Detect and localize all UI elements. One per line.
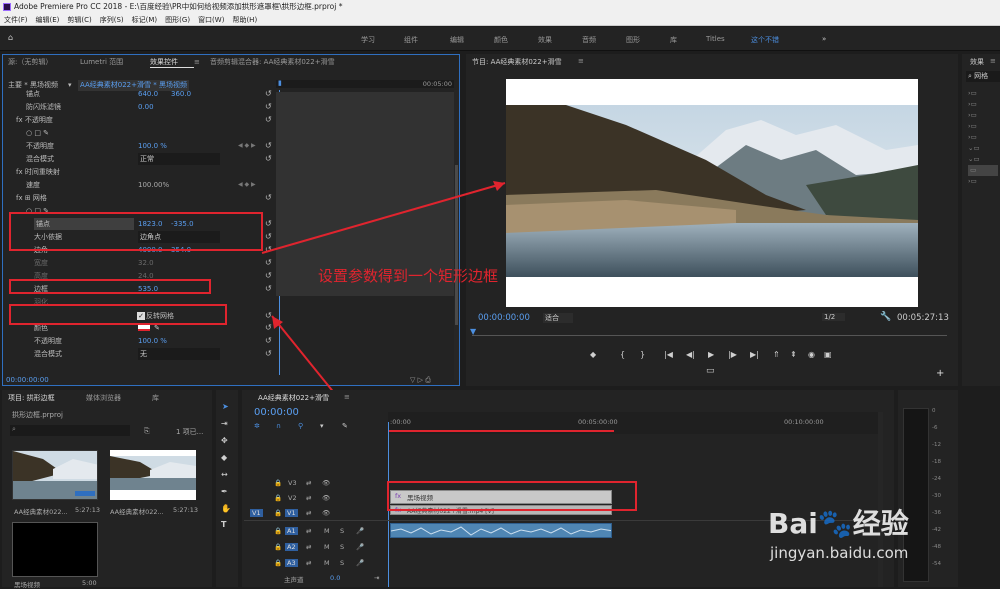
track-header-a3: 🔒 A3 ⇄ M S 🎤: [274, 559, 365, 567]
track-header-a2: 🔒 A2 ⇄ M S 🎤: [274, 543, 365, 551]
project-filename: 拱形边框.prproj: [12, 411, 63, 419]
mute-button[interactable]: M: [324, 543, 330, 551]
sync-icon[interactable]: ⇄: [306, 543, 311, 551]
track-header-v3: 🔒 V3 ⇄ 👁: [274, 479, 331, 487]
watermark-url: jingyan.baidu.com: [770, 544, 909, 562]
settings-icon[interactable]: ✎: [342, 422, 348, 430]
snap-icon[interactable]: ∩: [276, 422, 281, 430]
tab-media-browser[interactable]: 媒体浏览器: [86, 392, 121, 404]
eye-icon[interactable]: 👁: [322, 494, 330, 502]
track-header-a1: 🔒 A1 ⇄ M S 🎤: [274, 527, 365, 535]
project-thumb-1[interactable]: [12, 450, 98, 500]
razor-icon[interactable]: ◆: [221, 453, 227, 462]
eye-icon[interactable]: 👁: [322, 509, 330, 517]
project-search-input[interactable]: ⌕: [10, 425, 130, 436]
source-patch-v1[interactable]: V1: [250, 509, 263, 517]
lock-icon[interactable]: 🔒: [274, 543, 282, 551]
track-header-v2: 🔒 V2 ⇄ 👁: [274, 494, 331, 502]
sync-icon[interactable]: ⇄: [306, 527, 311, 535]
project-tabs: 项目: 拱形边框 媒体浏览器 库: [8, 392, 208, 404]
nest-icon[interactable]: ✲: [254, 422, 260, 430]
mute-button[interactable]: M: [324, 527, 330, 535]
tab-library[interactable]: 库: [152, 392, 159, 404]
ruler-mark-5: 00:05:00:00: [578, 418, 618, 426]
in-use-badge: [75, 491, 95, 496]
render-bar: [388, 430, 614, 432]
lock-icon[interactable]: 🔒: [274, 527, 282, 535]
ripple-edit-icon[interactable]: ✥: [221, 436, 228, 445]
timeline-tools: ✲ ∩ ⚲ ▾ ✎: [254, 422, 374, 432]
clip-audio-a1[interactable]: [390, 523, 612, 538]
mic-icon[interactable]: 🎤: [356, 543, 364, 551]
master-end-icon[interactable]: ⇥: [374, 574, 379, 582]
audio-waveform: [391, 526, 611, 536]
timeline-tab[interactable]: AA经典素材022+滑雪: [258, 393, 329, 403]
project-thumb-2[interactable]: [110, 450, 196, 500]
tools-panel: ➤ ⇥ ✥ ◆ ↔ ✒ ✋ T: [216, 390, 238, 587]
tab-project[interactable]: 项目: 拱形边框: [8, 392, 55, 404]
sync-icon[interactable]: ⇄: [306, 494, 311, 502]
thumb-3-duration: 5:00: [82, 579, 97, 587]
meter-scale: 0 -6 -12 -18 -24 -30 -36 -42 -48 -54: [932, 408, 941, 567]
hand-icon[interactable]: ✋: [221, 504, 231, 513]
solo-button[interactable]: S: [340, 543, 344, 551]
eye-icon[interactable]: 👁: [322, 479, 330, 487]
mic-icon[interactable]: 🎤: [356, 527, 364, 535]
pen-icon[interactable]: ✒: [221, 487, 228, 496]
slip-icon[interactable]: ↔: [221, 470, 228, 479]
linked-selection-icon[interactable]: ⚲: [298, 422, 303, 430]
type-tool-icon[interactable]: T: [221, 520, 226, 529]
timeline-menu-icon[interactable]: ≡: [344, 393, 350, 401]
annotation-arrow-top: [261, 182, 506, 254]
sync-icon[interactable]: ⇄: [306, 479, 311, 487]
watermark-logo: Bai🐾经验: [768, 507, 909, 540]
new-bin-icon[interactable]: ⎘: [144, 427, 150, 436]
lock-icon[interactable]: 🔒: [274, 559, 282, 567]
timeline-timecode[interactable]: 00:00:00: [254, 407, 299, 418]
sync-icon[interactable]: ⇄: [306, 559, 311, 567]
thumb-2-name: AA经典素材022...: [110, 508, 164, 516]
thumb-1-name: AA经典素材022...: [14, 508, 68, 516]
solo-button[interactable]: S: [340, 527, 344, 535]
lock-icon[interactable]: 🔒: [274, 479, 282, 487]
selection-tool-icon[interactable]: ➤: [222, 402, 229, 411]
sync-icon[interactable]: ⇄: [306, 509, 311, 517]
thumb-3-name: 黑场视频: [14, 581, 40, 589]
lock-icon[interactable]: 🔒: [274, 494, 282, 502]
solo-button[interactable]: S: [340, 559, 344, 567]
mute-button[interactable]: M: [324, 559, 330, 567]
mic-icon[interactable]: 🎤: [356, 559, 364, 567]
project-thumb-3[interactable]: [12, 522, 98, 577]
search-icon: ⌕: [12, 425, 16, 433]
timeline-ruler[interactable]: :00:00 00:05:00:00 00:10:00:00: [388, 412, 878, 434]
ruler-mark-0: :00:00: [390, 418, 411, 426]
thumb-1-duration: 5:27:13: [75, 506, 101, 514]
ruler-mark-10: 00:10:00:00: [784, 418, 824, 426]
track-header-v1: V1 🔒 V1 ⇄ 👁: [250, 509, 331, 517]
lock-icon[interactable]: 🔒: [274, 509, 282, 517]
track-header-master: 主声道 0.0 ⇥: [284, 574, 380, 584]
thumb-2-duration: 5:27:13: [173, 506, 199, 514]
highlight-timeline-clips: [387, 481, 637, 511]
annotation-text: 设置参数得到一个矩形边框: [318, 267, 499, 285]
track-select-icon[interactable]: ⇥: [221, 419, 228, 428]
thumbnail-image: [110, 456, 196, 490]
item-count: 1 项已...: [176, 428, 204, 436]
add-marker-icon[interactable]: ▾: [320, 422, 324, 430]
